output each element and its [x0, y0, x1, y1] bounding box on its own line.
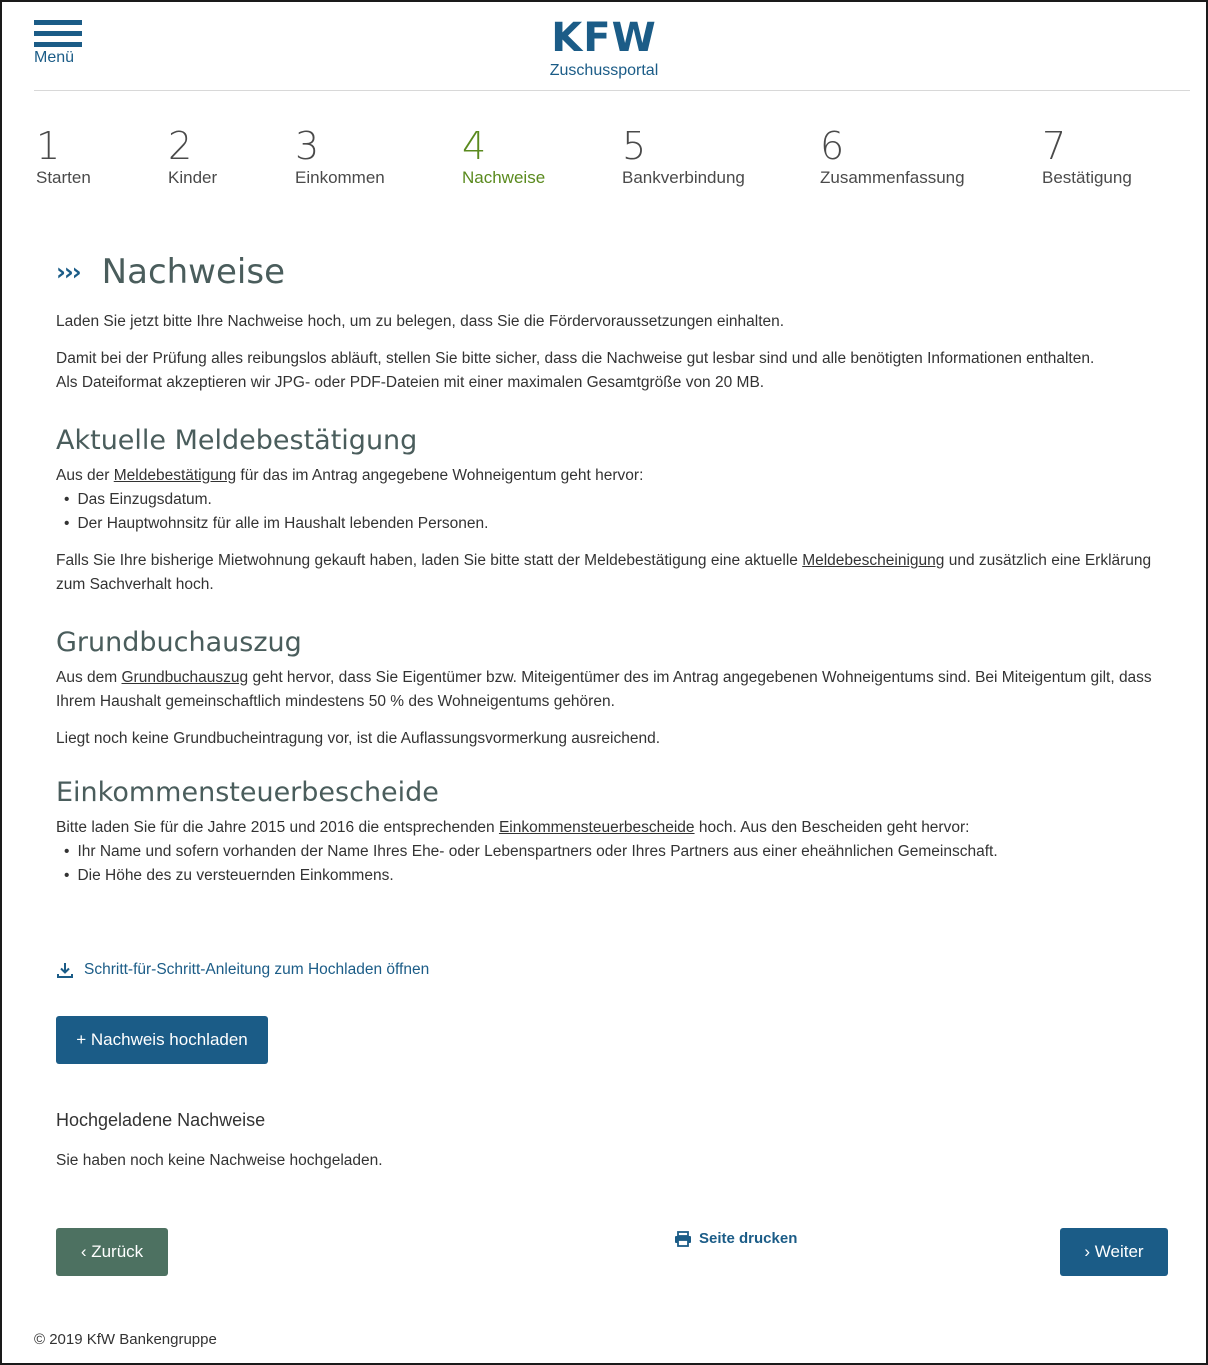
next-button[interactable]: › Weiter	[1060, 1228, 1168, 1276]
step-number: 7	[1042, 124, 1067, 168]
step-label: Zusammenfassung	[820, 168, 965, 187]
intro-text-1: Laden Sie jetzt bitte Ihre Nachweise hoc…	[56, 313, 785, 330]
step-navigation: 1 Starten 2 Kinder 3 Einkommen 4 Nachwei…	[2, 126, 1206, 196]
step-label: Kinder	[168, 168, 218, 187]
text: für das im Antrag angegebene Wohneigentu…	[236, 467, 644, 484]
print-link[interactable]: Seite drucken	[674, 1230, 797, 1247]
step-number: 5	[622, 124, 647, 168]
list-item: Das Einzugsdatum.	[56, 488, 1176, 512]
einkommensteuerbescheide-link[interactable]: Einkommensteuerbescheide	[499, 819, 695, 836]
step-6[interactable]: 6 Zusammenfassung	[820, 126, 965, 188]
step-7[interactable]: 7 Bestätigung	[1042, 126, 1132, 188]
step-label: Nachweise	[462, 168, 546, 187]
meldebescheinigung-link[interactable]: Meldebescheinigung	[802, 552, 944, 569]
step-number: 6	[820, 124, 845, 168]
step-label: Einkommen	[295, 168, 385, 187]
meldebestaetigung-link[interactable]: Meldebestätigung	[114, 467, 236, 484]
step-number: 3	[295, 124, 320, 168]
grundbuch-text-1: Aus dem Grundbuchauszug geht hervor, das…	[56, 666, 1176, 714]
section-heading-grundbuch: Grundbuchauszug	[56, 627, 302, 658]
grundbuch-text-2: Liegt noch keine Grundbucheintragung vor…	[56, 730, 661, 747]
section-heading-meldebestaetigung: Aktuelle Meldebestätigung	[56, 425, 418, 456]
text: Falls Sie Ihre bisherige Mietwohnung gek…	[56, 552, 803, 569]
logo[interactable]: KFW Zuschussportal	[2, 16, 1206, 80]
grundbuchauszug-link[interactable]: Grundbuchauszug	[121, 669, 248, 686]
print-text: Seite drucken	[699, 1230, 798, 1247]
intro-text-2a: Damit bei der Prüfung alles reibungslos …	[56, 350, 1095, 367]
main-content: ››› Nachweise Laden Sie jetzt bitte Ihre…	[56, 252, 1176, 888]
uploaded-empty-text: Sie haben noch keine Nachweise hochgelad…	[56, 1152, 383, 1169]
meldebestaetigung-text-1: Aus der Meldebestätigung für das im Antr…	[56, 464, 1176, 488]
step-label: Bankverbindung	[622, 168, 745, 187]
step-label: Starten	[36, 168, 91, 187]
back-button[interactable]: ‹ Zurück	[56, 1228, 168, 1276]
logo-brand: KFW	[551, 15, 657, 61]
text: Bitte laden Sie für die Jahre 2015 und 2…	[56, 819, 499, 836]
section-heading-einkommen: Einkommensteuerbescheide	[56, 777, 439, 808]
footer-copyright: © 2019 KfW Bankengruppe	[34, 1331, 217, 1348]
text: hoch. Aus den Bescheiden geht hervor:	[694, 819, 970, 836]
step-5[interactable]: 5 Bankverbindung	[622, 126, 745, 188]
page-title: ››› Nachweise	[56, 252, 1176, 292]
einkommen-list: Ihr Name und sofern vorhanden der Name I…	[56, 840, 1176, 888]
step-label: Bestätigung	[1042, 168, 1132, 187]
step-number: 4	[462, 124, 487, 168]
upload-guide-link[interactable]: Schritt-für-Schritt-Anleitung zum Hochla…	[56, 961, 429, 979]
list-item: Der Hauptwohnsitz für alle im Haushalt l…	[56, 512, 1176, 536]
einkommen-text-1: Bitte laden Sie für die Jahre 2015 und 2…	[56, 816, 1176, 840]
uploaded-heading: Hochgeladene Nachweise	[56, 1110, 266, 1130]
printer-icon	[675, 1230, 691, 1247]
meldebestaetigung-text-2: Falls Sie Ihre bisherige Mietwohnung gek…	[56, 549, 1176, 597]
step-number: 1	[36, 124, 61, 168]
intro-text-2b: Als Dateiformat akzeptieren wir JPG- ode…	[56, 374, 765, 391]
header: Menü KFW Zuschussportal	[2, 2, 1206, 92]
step-2[interactable]: 2 Kinder	[168, 126, 217, 188]
chevrons-icon: ›››	[56, 258, 82, 286]
list-item: Ihr Name und sofern vorhanden der Name I…	[56, 840, 1176, 864]
upload-guide-text: Schritt-für-Schritt-Anleitung zum Hochla…	[84, 961, 430, 978]
step-4[interactable]: 4 Nachweise	[462, 126, 545, 188]
list-item: Die Höhe des zu versteuernden Einkommens…	[56, 864, 1176, 888]
download-icon	[57, 963, 73, 978]
text: Aus dem	[56, 669, 122, 686]
header-divider	[34, 90, 1190, 91]
meldebestaetigung-list: Das Einzugsdatum. Der Hauptwohnsitz für …	[56, 488, 1176, 536]
intro-text-2: Damit bei der Prüfung alles reibungslos …	[56, 347, 1176, 395]
step-1[interactable]: 1 Starten	[36, 126, 91, 188]
page-title-text: Nachweise	[101, 252, 285, 292]
upload-proof-button[interactable]: + Nachweis hochladen	[56, 1016, 268, 1064]
logo-subtitle: Zuschussportal	[549, 62, 659, 79]
step-3[interactable]: 3 Einkommen	[295, 126, 385, 188]
text: Aus der	[56, 467, 114, 484]
step-number: 2	[168, 124, 193, 168]
